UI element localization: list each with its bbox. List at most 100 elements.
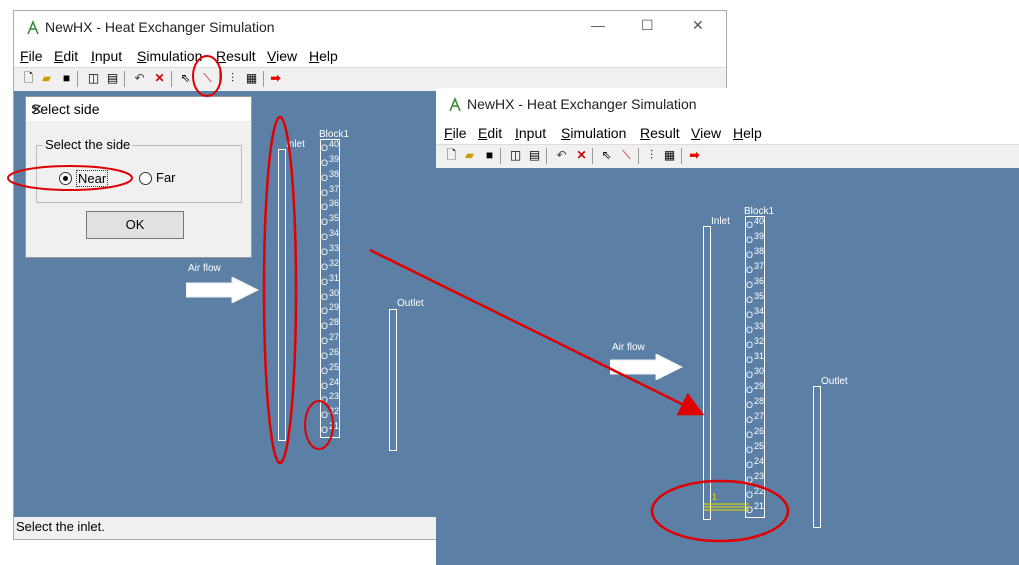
open-folder-icon[interactable]: ▰: [39, 71, 54, 86]
maximize-icon[interactable]: ☐: [641, 17, 654, 34]
menu-edit[interactable]: Edit: [478, 125, 502, 141]
print-icon[interactable]: ▤: [105, 71, 120, 86]
tube-marker[interactable]: O: [321, 366, 328, 376]
menu-view[interactable]: View: [267, 48, 297, 64]
tube-marker[interactable]: O: [746, 220, 753, 230]
run-arrow-icon[interactable]: ➡: [687, 148, 702, 163]
tube-marker[interactable]: O: [746, 460, 753, 470]
title-bar: NewHX - Heat Exchanger Simulation: [436, 88, 1019, 122]
menu-result[interactable]: Result: [216, 48, 256, 64]
connect-tube-icon[interactable]: ⟍: [200, 71, 215, 86]
inlet-tube[interactable]: [703, 226, 711, 520]
tube-number: 34: [754, 306, 765, 316]
tube-marker[interactable]: O: [746, 250, 753, 260]
tube-marker[interactable]: O: [746, 475, 753, 485]
connect-tube-icon[interactable]: ⟍: [619, 148, 634, 163]
menu-simulation[interactable]: Simulation: [561, 125, 626, 141]
run-arrow-icon[interactable]: ➡: [268, 71, 283, 86]
inlet-tube[interactable]: [278, 149, 286, 441]
tube-marker[interactable]: O: [746, 280, 753, 290]
tube-marker[interactable]: O: [746, 430, 753, 440]
tube-marker[interactable]: O: [746, 310, 753, 320]
menu-simulation[interactable]: Simulation: [137, 48, 202, 64]
menu-view[interactable]: View: [691, 125, 721, 141]
new-file-icon[interactable]: 🗋: [444, 148, 459, 163]
tube-marker[interactable]: O: [321, 321, 328, 331]
outlet-tube[interactable]: [389, 309, 397, 451]
menu-help[interactable]: Help: [309, 48, 338, 64]
menu-file[interactable]: File: [20, 48, 43, 64]
close-icon[interactable]: ✕: [692, 17, 704, 34]
tube-marker[interactable]: O: [746, 445, 753, 455]
print-preview-icon[interactable]: ◫: [86, 71, 101, 86]
tube-marker[interactable]: O: [321, 425, 328, 435]
menu-result[interactable]: Result: [640, 125, 680, 141]
block-icon[interactable]: ▦: [244, 71, 259, 86]
tube-marker[interactable]: O: [321, 247, 328, 257]
tube-marker[interactable]: O: [321, 381, 328, 391]
save-icon[interactable]: ■: [59, 71, 74, 86]
near-radio[interactable]: [59, 172, 72, 185]
tube-marker[interactable]: O: [746, 340, 753, 350]
tube-marker[interactable]: O: [321, 306, 328, 316]
save-icon[interactable]: ■: [482, 148, 497, 163]
tube-number: 23: [754, 471, 765, 481]
tube-marker[interactable]: O: [321, 277, 328, 287]
tube-marker[interactable]: O: [746, 355, 753, 365]
tube-marker[interactable]: O: [321, 232, 328, 242]
print-icon[interactable]: ▤: [527, 148, 542, 163]
menu-input[interactable]: Input: [515, 125, 546, 141]
tube-marker[interactable]: O: [321, 173, 328, 183]
tube-marker[interactable]: O: [321, 202, 328, 212]
split-icon[interactable]: ⫶: [644, 148, 659, 163]
print-preview-icon[interactable]: ◫: [508, 148, 523, 163]
tube-marker[interactable]: O: [321, 158, 328, 168]
new-file-icon[interactable]: 🗋: [21, 71, 36, 86]
minimize-icon[interactable]: —: [591, 17, 605, 33]
block-icon[interactable]: ▦: [662, 148, 677, 163]
tube-marker[interactable]: O: [746, 400, 753, 410]
menu-help[interactable]: Help: [733, 125, 762, 141]
undo-icon[interactable]: ↶: [554, 148, 569, 163]
open-folder-icon[interactable]: ▰: [462, 148, 477, 163]
delete-icon[interactable]: ✕: [574, 148, 589, 163]
split-icon[interactable]: ⫶: [225, 71, 240, 86]
tube-marker[interactable]: O: [321, 217, 328, 227]
far-label[interactable]: Far: [156, 170, 176, 185]
tube-marker[interactable]: O: [321, 292, 328, 302]
tube-marker[interactable]: O: [746, 235, 753, 245]
air-flow-label: Air flow: [612, 342, 645, 353]
tube-marker[interactable]: O: [321, 351, 328, 361]
drawing-canvas[interactable]: Inlet Block1 O 40 O 39 O 38 O 37 O 36 O 35 O 34 O 33 O 32…: [436, 168, 1019, 565]
far-radio[interactable]: [139, 172, 152, 185]
tube-marker[interactable]: O: [321, 410, 328, 420]
tube-marker[interactable]: O: [321, 395, 328, 405]
near-label[interactable]: Near: [76, 170, 109, 187]
outlet-label: Outlet: [397, 298, 424, 309]
outlet-tube[interactable]: [813, 386, 821, 528]
menu-input[interactable]: Input: [91, 48, 122, 64]
select-arrow-icon[interactable]: ⇖: [178, 71, 193, 86]
menu-file[interactable]: File: [444, 125, 467, 141]
close-icon[interactable]: ✕: [31, 101, 239, 118]
tube-marker[interactable]: O: [321, 336, 328, 346]
ok-button[interactable]: OK: [86, 211, 184, 239]
connection-number: 1: [712, 492, 718, 502]
tube-marker[interactable]: O: [746, 370, 753, 380]
toolbar-separator: [592, 148, 593, 164]
undo-icon[interactable]: ↶: [132, 71, 147, 86]
tube-column[interactable]: O 40 O 39 O 38 O 37 O 36 O 35 O 34 O 33 O 32 O 31 O 30 O 29 O 28 O…: [745, 216, 765, 518]
tube-column[interactable]: O 40 O 39 O 38 O 37 O 36 O 35 O 34 O 33 O 32 O 31 O 30 O 29 O 28 O…: [320, 139, 340, 438]
side-group: Select the side Near Far: [36, 137, 242, 203]
delete-icon[interactable]: ✕: [152, 71, 167, 86]
tube-marker[interactable]: O: [746, 385, 753, 395]
tube-marker[interactable]: O: [746, 415, 753, 425]
menu-edit[interactable]: Edit: [54, 48, 78, 64]
tube-marker[interactable]: O: [746, 325, 753, 335]
tube-marker[interactable]: O: [321, 188, 328, 198]
select-arrow-icon[interactable]: ⇖: [599, 148, 614, 163]
tube-marker[interactable]: O: [746, 295, 753, 305]
tube-marker[interactable]: O: [321, 143, 328, 153]
tube-marker[interactable]: O: [746, 265, 753, 275]
tube-marker[interactable]: O: [321, 262, 328, 272]
